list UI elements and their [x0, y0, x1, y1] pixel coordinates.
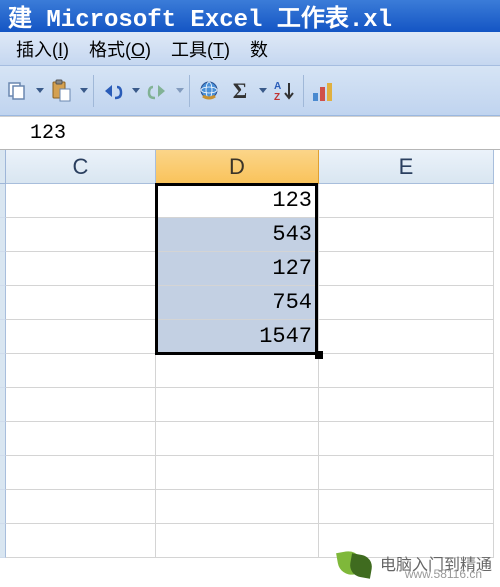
col-header-e[interactable]: E: [319, 150, 494, 184]
cell[interactable]: [6, 218, 156, 252]
cell[interactable]: [319, 490, 494, 524]
watermark: 电脑入门到精通 www.58116.cn: [336, 547, 492, 579]
cell[interactable]: [6, 456, 156, 490]
cell[interactable]: [156, 456, 319, 490]
sigma-icon: Σ: [233, 78, 247, 104]
cell[interactable]: [319, 286, 494, 320]
copy-button[interactable]: [2, 73, 32, 109]
cell[interactable]: 1547: [156, 320, 319, 354]
redo-dropdown[interactable]: [173, 73, 185, 109]
hyperlink-button[interactable]: [194, 73, 224, 109]
spreadsheet: C D E 123 543 127 754: [0, 150, 500, 558]
separator: [93, 75, 94, 107]
autosum-button[interactable]: Σ: [225, 73, 255, 109]
cell[interactable]: [6, 354, 156, 388]
cell[interactable]: [319, 184, 494, 218]
paste-dropdown[interactable]: [77, 73, 89, 109]
menu-tools[interactable]: 工具(T): [161, 32, 240, 66]
cell[interactable]: [319, 422, 494, 456]
cell[interactable]: [6, 320, 156, 354]
window-titlebar: 建 Microsoft Excel 工作表.xl: [0, 0, 500, 32]
cell[interactable]: [319, 354, 494, 388]
cell[interactable]: [156, 422, 319, 456]
cell[interactable]: [156, 524, 319, 558]
cell[interactable]: [6, 490, 156, 524]
svg-text:Z: Z: [274, 92, 280, 103]
watermark-logo-icon: [336, 547, 376, 579]
undo-dropdown[interactable]: [129, 73, 141, 109]
grid-body: 123 543 127 754 1547: [0, 184, 500, 558]
cell[interactable]: 754: [156, 286, 319, 320]
column-headers: C D E: [0, 150, 500, 184]
cell[interactable]: [156, 388, 319, 422]
title-text: 建 Microsoft Excel 工作表.xl: [8, 0, 392, 34]
toolbar: Σ A Z: [0, 66, 500, 116]
menu-format[interactable]: 格式(O): [79, 32, 161, 66]
cell[interactable]: [6, 524, 156, 558]
paste-button[interactable]: [46, 73, 76, 109]
separator: [189, 75, 190, 107]
menu-bar: 插入(I) 格式(O) 工具(T) 数: [0, 32, 500, 66]
cell[interactable]: [6, 286, 156, 320]
cell[interactable]: [319, 320, 494, 354]
cell[interactable]: [6, 422, 156, 456]
cell[interactable]: [319, 456, 494, 490]
cell[interactable]: [6, 184, 156, 218]
sort-asc-button[interactable]: A Z: [269, 73, 299, 109]
col-header-c[interactable]: C: [6, 150, 156, 184]
watermark-url: www.58116.cn: [405, 567, 482, 581]
cell[interactable]: 543: [156, 218, 319, 252]
cell[interactable]: [6, 388, 156, 422]
cell[interactable]: 127: [156, 252, 319, 286]
separator: [303, 75, 304, 107]
svg-text:A: A: [274, 81, 281, 92]
cell[interactable]: [319, 218, 494, 252]
cell[interactable]: [156, 490, 319, 524]
menu-data[interactable]: 数: [240, 32, 278, 66]
chart-button[interactable]: [308, 73, 338, 109]
cell[interactable]: [319, 252, 494, 286]
copy-dropdown[interactable]: [33, 73, 45, 109]
menu-insert[interactable]: 插入(I): [6, 32, 79, 66]
cell[interactable]: [6, 252, 156, 286]
formula-bar[interactable]: 123: [0, 116, 500, 150]
undo-button[interactable]: [98, 73, 128, 109]
autosum-dropdown[interactable]: [256, 73, 268, 109]
col-header-d[interactable]: D: [156, 150, 319, 184]
redo-button[interactable]: [142, 73, 172, 109]
cell[interactable]: [319, 388, 494, 422]
formula-value: 123: [30, 122, 66, 145]
cell[interactable]: 123: [156, 184, 319, 218]
cell[interactable]: [156, 354, 319, 388]
